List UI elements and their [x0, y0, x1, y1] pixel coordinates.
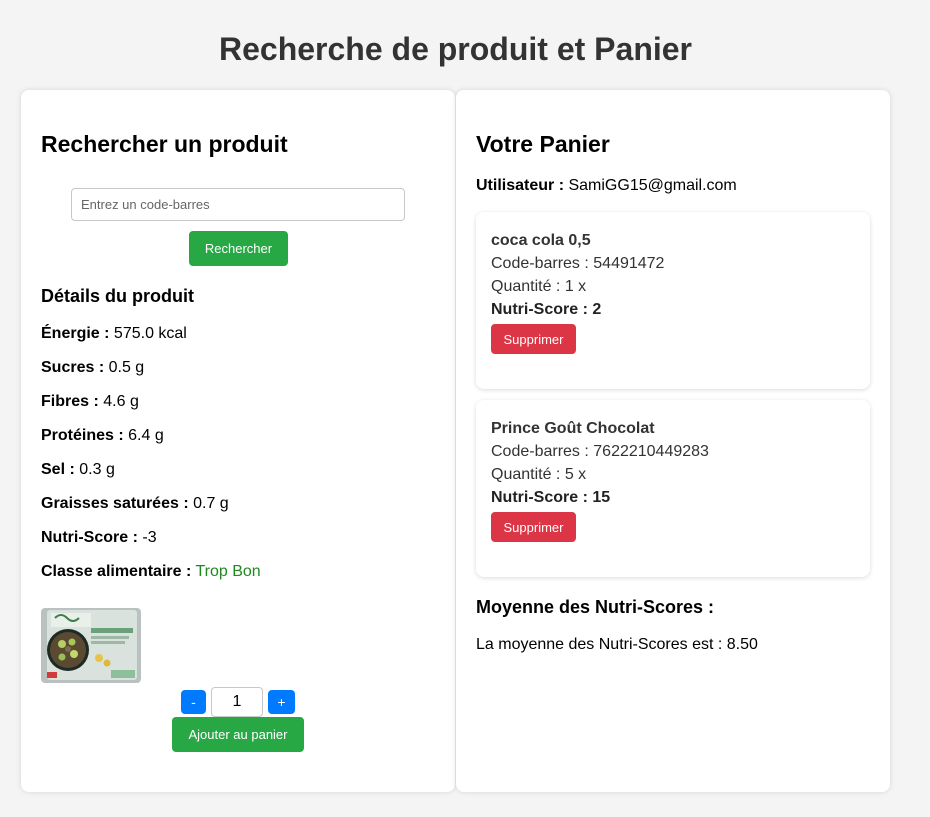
detail-salt: Sel : 0.3 g [41, 460, 115, 480]
cart-user: Utilisateur : SamiGG15@gmail.com [476, 176, 737, 196]
cart-item-quantity: Quantité : 5 x [491, 466, 587, 483]
detail-label: Sucres : [41, 359, 105, 376]
product-photo-icon [41, 608, 141, 683]
quantity-decrement-button[interactable]: - [181, 690, 206, 714]
detail-label: Énergie : [41, 325, 110, 342]
detail-label: Graisses saturées : [41, 495, 189, 512]
user-email: SamiGG15@gmail.com [568, 177, 737, 194]
cart-panel: Votre Panier Utilisateur : SamiGG15@gmai… [456, 90, 890, 792]
detail-label: Fibres : [41, 393, 99, 410]
cart-heading: Votre Panier [476, 131, 610, 157]
cart-item-barcode: Code-barres : 54491472 [491, 255, 665, 272]
detail-label: Sel : [41, 461, 75, 478]
cart-item-nutriscore: Nutri-Score : 2 [491, 301, 602, 318]
remove-item-button[interactable]: Supprimer [491, 512, 576, 542]
product-details-heading: Détails du produit [41, 286, 194, 306]
quantity-increment-button[interactable]: + [268, 690, 295, 714]
cart-item: coca cola 0,5 Code-barres : 54491472 Qua… [476, 212, 870, 389]
detail-label: Protéines : [41, 427, 124, 444]
detail-proteins: Protéines : 6.4 g [41, 426, 164, 446]
nutriscore-average-heading: Moyenne des Nutri-Scores : [476, 597, 715, 617]
cart-item-name: coca cola 0,5 [491, 232, 591, 249]
add-to-cart-button[interactable]: Ajouter au panier [172, 717, 304, 752]
detail-label: Nutri-Score : [41, 529, 138, 546]
detail-value: 0.3 g [79, 461, 115, 478]
detail-saturated-fat: Graisses saturées : 0.7 g [41, 494, 229, 514]
search-heading: Rechercher un produit [41, 131, 288, 157]
detail-nutriscore: Nutri-Score : -3 [41, 528, 157, 548]
detail-energy: Énergie : 575.0 kcal [41, 324, 187, 344]
cart-item: Prince Goût Chocolat Code-barres : 76222… [476, 400, 870, 577]
barcode-search-input[interactable] [71, 188, 405, 221]
detail-value: 6.4 g [128, 427, 164, 444]
detail-value: 4.6 g [103, 393, 139, 410]
product-image [41, 608, 141, 683]
nutriscore-average-text: La moyenne des Nutri-Scores est : 8.50 [476, 636, 758, 653]
user-label: Utilisateur : [476, 177, 565, 194]
food-class-value: Trop Bon [195, 563, 261, 580]
detail-label: Classe alimentaire : [41, 563, 192, 580]
detail-value: 575.0 kcal [113, 325, 187, 342]
detail-sugars: Sucres : 0.5 g [41, 358, 144, 378]
cart-item-nutriscore: Nutri-Score : 15 [491, 489, 611, 506]
search-button[interactable]: Rechercher [189, 231, 288, 266]
detail-value: 0.5 g [108, 359, 145, 376]
page-title: Recherche de produit et Panier [218, 31, 692, 67]
detail-value: -3 [142, 529, 157, 546]
cart-item-quantity: Quantité : 1 x [491, 278, 587, 295]
cart-item-barcode: Code-barres : 7622210449283 [491, 443, 709, 460]
product-search-panel: Rechercher un produit Rechercher Détails… [21, 90, 455, 792]
quantity-input[interactable] [211, 687, 263, 717]
detail-fibers: Fibres : 4.6 g [41, 392, 139, 412]
detail-food-class: Classe alimentaire : Trop Bon [41, 562, 261, 582]
remove-item-button[interactable]: Supprimer [491, 324, 576, 354]
cart-item-name: Prince Goût Chocolat [491, 420, 655, 437]
detail-value: 0.7 g [193, 495, 229, 512]
